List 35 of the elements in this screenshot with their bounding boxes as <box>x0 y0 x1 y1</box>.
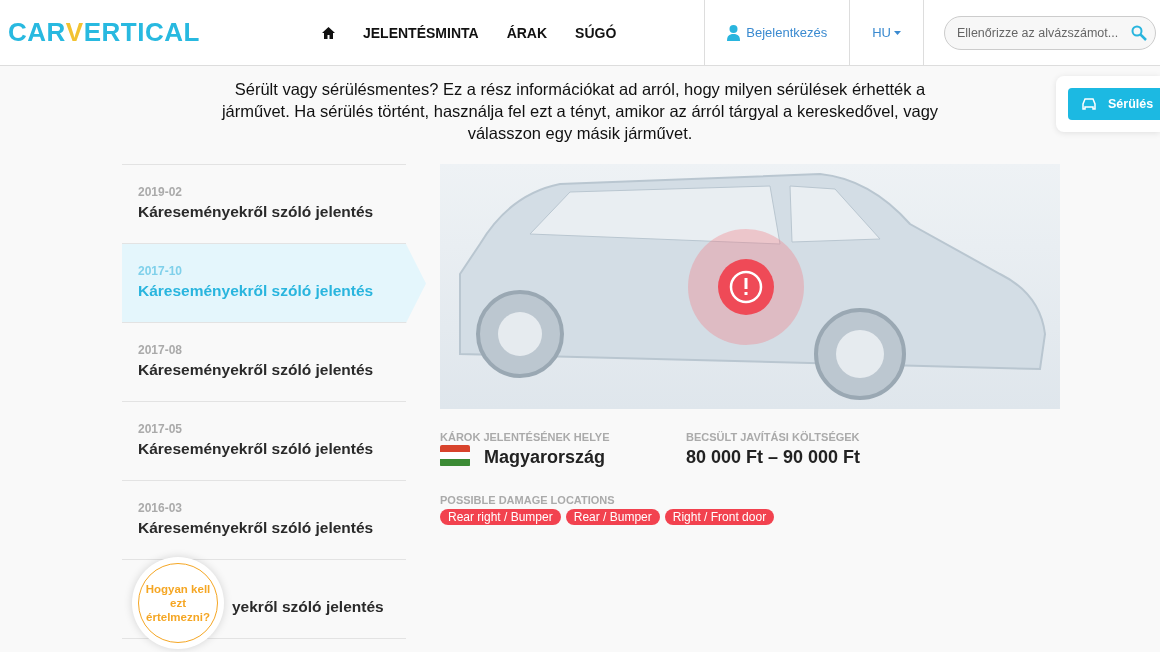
location-label: KÁROK JELENTÉSÉNEK HELYE <box>440 431 611 443</box>
report-title: Káreseményekről szóló jelentés <box>138 361 374 379</box>
report-date: 2017-10 <box>138 264 184 278</box>
flag-icon <box>440 444 470 467</box>
login-link[interactable]: Bejelentkezés <box>746 25 828 40</box>
caret-icon <box>894 30 901 35</box>
report-item[interactable]: 2017-05 Káreseményekről szóló jelentés <box>122 402 406 481</box>
user-icon <box>727 24 741 41</box>
nav-link[interactable]: SÚGÓ <box>575 24 617 41</box>
car-icon <box>1080 97 1098 111</box>
cost-label: BECSÜLT JAVÍTÁSI KÖLTSÉGEK <box>686 431 861 443</box>
alert-icon <box>688 229 804 345</box>
location-value: Magyarország <box>484 447 606 468</box>
nav-link[interactable]: ÁRAK <box>506 24 548 41</box>
damage-tag: Rear / Bumper <box>565 509 660 525</box>
search-input[interactable]: Ellenőrizze az alvázszámot... <box>955 24 1131 41</box>
report-title: yekről szóló jelentés <box>232 598 384 616</box>
report-date: 2019-02 <box>138 185 184 199</box>
report-title: Káreseményekről szóló jelentés <box>138 440 374 458</box>
report-title: Káreseményekről szóló jelentés <box>138 519 374 537</box>
report-title: Káreseményekről szóló jelentés <box>138 282 374 300</box>
nav-link[interactable]: JELENTÉSMINTA <box>363 24 479 41</box>
report-date: 2017-08 <box>138 343 184 357</box>
language-dropdown[interactable]: HU <box>872 25 901 40</box>
damage-label: POSSIBLE DAMAGE LOCATIONS <box>440 494 616 506</box>
cost-value: 80 000 Ft – 90 000 Ft <box>686 447 862 468</box>
report-title: Káreseményekről szóló jelentés <box>138 203 374 221</box>
report-date: 2017-05 <box>138 422 184 436</box>
intro-text: Sérült vagy sérülésmentes? Ez a rész információkat ad arról, hogy milyen sérülések érhették a járművet. Ha sérülés történt, használja fel ezt a tényt, amikor az árról tárgyal a kereskedővel, vagy válasszon egy másik járművet. <box>220 79 940 144</box>
damage-tag: Right / Front door <box>664 509 775 525</box>
home-icon[interactable] <box>322 26 335 39</box>
damage-tag: Rear right / Bumper <box>440 509 561 525</box>
report-date: 2016-03 <box>138 501 184 515</box>
search-field[interactable]: Ellenőrizze az alvázszámot... <box>944 15 1156 50</box>
report-item[interactable]: 2017-08 Káreseményekről szóló jelentés <box>122 323 406 402</box>
